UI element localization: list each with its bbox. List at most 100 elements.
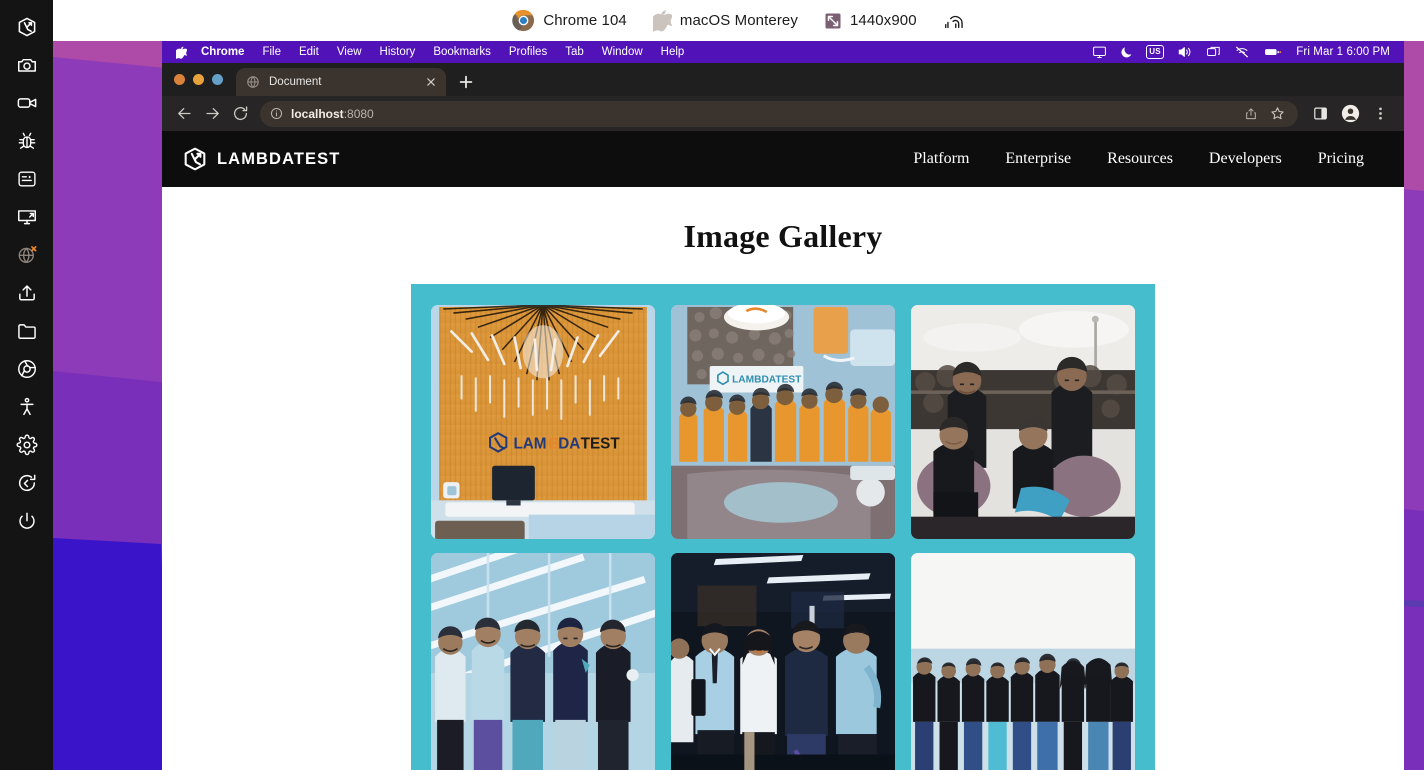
profile-button[interactable] xyxy=(1336,100,1364,128)
rail-item-power-stop-icon[interactable] xyxy=(0,502,53,540)
upload-icon xyxy=(16,282,38,304)
svg-text:DA: DA xyxy=(558,435,580,452)
macos-menu-items: Chrome File Edit View History Bookmarks … xyxy=(176,46,693,59)
close-icon[interactable] xyxy=(423,75,438,90)
screen-resolution-icon xyxy=(824,12,842,30)
image-gallery: LAM B DA TEST xyxy=(411,284,1155,770)
back-button[interactable] xyxy=(170,100,198,128)
gallery-image-1[interactable]: LAM B DA TEST xyxy=(431,305,655,539)
moon-night-shift-icon[interactable] xyxy=(1120,45,1133,59)
chrome-toolbar: localhost:8080 xyxy=(162,96,1404,131)
session-os-info: macOS Monterey xyxy=(653,9,798,32)
address-bar[interactable]: localhost:8080 xyxy=(260,101,1298,127)
session-resolution-label: 1440x900 xyxy=(850,12,917,29)
gallery-image-1-graphic: LAM B DA TEST xyxy=(431,305,655,539)
keyboard-layout-icon[interactable]: US xyxy=(1146,45,1165,59)
chrome-browser-icon xyxy=(16,358,38,380)
menu-item-window[interactable]: Window xyxy=(593,46,652,58)
rail-item-test-console-icon[interactable] xyxy=(0,160,53,198)
share-upload-icon[interactable] xyxy=(1240,103,1262,125)
menu-item-view[interactable]: View xyxy=(328,46,371,58)
window-maximize-button[interactable] xyxy=(212,74,223,85)
chrome-tab-strip: Document xyxy=(162,63,1404,96)
screen-root: Chrome 104 macOS Monterey 1440x900 xyxy=(0,0,1424,770)
rail-item-screenshot-camera-icon[interactable] xyxy=(0,46,53,84)
nav-link-resources[interactable]: Resources xyxy=(1107,150,1173,168)
address-bar-actions xyxy=(1240,103,1288,125)
chrome-logo-icon xyxy=(512,9,535,32)
rail-item-video-recorder-icon[interactable] xyxy=(0,84,53,122)
rail-item-chrome-browser-icon[interactable] xyxy=(0,350,53,388)
rail-item-settings-gear-icon[interactable] xyxy=(0,426,53,464)
menu-item-edit[interactable]: Edit xyxy=(290,46,328,58)
reload-button[interactable] xyxy=(226,100,254,128)
gallery-image-3[interactable] xyxy=(911,305,1135,539)
rail-item-globe-disconnect-icon[interactable] xyxy=(0,236,53,274)
tabstrip-right-controls xyxy=(1394,90,1404,96)
session-os-label: macOS Monterey xyxy=(680,12,798,29)
browser-tab[interactable]: Document xyxy=(236,68,446,96)
menu-item-help[interactable]: Help xyxy=(652,46,694,58)
window-close-button[interactable] xyxy=(174,74,185,85)
address-bar-text: localhost:8080 xyxy=(291,107,374,121)
settings-gear-icon xyxy=(16,434,38,456)
battery-charging-icon[interactable] xyxy=(1263,45,1283,59)
globe-disconnect-icon xyxy=(16,244,38,266)
nav-link-platform[interactable]: Platform xyxy=(913,150,969,168)
site-brand-name: LAMBDATEST xyxy=(217,150,340,169)
gallery-image-5-graphic xyxy=(671,553,895,770)
gallery-image-5[interactable] xyxy=(671,553,895,770)
control-center-icon[interactable] xyxy=(1206,45,1221,59)
chrome-browser-window: Chrome File Edit View History Bookmarks … xyxy=(162,41,1404,770)
gallery-image-4[interactable] xyxy=(431,553,655,770)
bookmark-star-icon[interactable] xyxy=(1266,103,1288,125)
profile-avatar-icon xyxy=(1341,104,1360,123)
window-minimize-button[interactable] xyxy=(193,74,204,85)
svg-text:LAM: LAM xyxy=(513,435,546,452)
menu-item-tab[interactable]: Tab xyxy=(556,46,593,58)
session-browser-label: Chrome 104 xyxy=(543,12,627,29)
video-recorder-icon xyxy=(16,92,38,114)
rail-item-accessibility-icon[interactable] xyxy=(0,388,53,426)
gallery-image-6[interactable] xyxy=(911,553,1135,770)
rail-item-folder-icon[interactable] xyxy=(0,312,53,350)
new-tab-button[interactable] xyxy=(452,68,480,96)
info-circle-icon[interactable] xyxy=(270,107,283,120)
rail-item-desktop-screen-icon[interactable] xyxy=(0,198,53,236)
menu-item-profiles[interactable]: Profiles xyxy=(500,46,556,58)
nav-link-pricing[interactable]: Pricing xyxy=(1318,150,1364,168)
page-viewport: LAMBDATEST Platform Enterprise Resources… xyxy=(162,131,1404,770)
rail-item-bug-icon[interactable] xyxy=(0,122,53,160)
window-traffic-lights xyxy=(174,74,223,96)
wifi-off-icon[interactable] xyxy=(1234,45,1250,59)
page-title: Image Gallery xyxy=(162,187,1404,255)
network-signal-icon xyxy=(943,10,965,32)
gallery-image-2[interactable]: LAMBDATEST xyxy=(671,305,895,539)
menu-item-chrome[interactable]: Chrome xyxy=(201,46,253,58)
menu-item-file[interactable]: File xyxy=(253,46,290,58)
chrome-menu-button[interactable] xyxy=(1366,100,1394,128)
menu-item-history[interactable]: History xyxy=(371,46,425,58)
apple-logo-icon xyxy=(653,9,672,32)
globe-page-icon xyxy=(246,75,260,89)
address-bar-port: :8080 xyxy=(344,107,374,121)
side-panel-button[interactable] xyxy=(1306,100,1334,128)
rail-item-lambdatest-logo-icon[interactable] xyxy=(0,8,53,46)
page-content: Image Gallery xyxy=(162,187,1404,770)
gallery-image-6-graphic xyxy=(911,553,1135,770)
nav-link-developers[interactable]: Developers xyxy=(1209,150,1282,168)
rail-item-restart-session-icon[interactable] xyxy=(0,464,53,502)
apple-menu-button[interactable] xyxy=(176,46,187,59)
menubar-clock[interactable]: Fri Mar 1 6:00 PM xyxy=(1296,46,1390,58)
session-resolution-info: 1440x900 xyxy=(824,12,917,30)
nav-link-enterprise[interactable]: Enterprise xyxy=(1005,150,1071,168)
session-network-info xyxy=(943,10,965,32)
forward-button[interactable] xyxy=(198,100,226,128)
rail-item-upload-icon[interactable] xyxy=(0,274,53,312)
side-panel-icon xyxy=(1313,106,1328,121)
site-brand[interactable]: LAMBDATEST xyxy=(182,146,340,172)
lambdatest-tool-rail xyxy=(0,0,53,770)
menu-item-bookmarks[interactable]: Bookmarks xyxy=(424,46,500,58)
volume-icon[interactable] xyxy=(1177,45,1193,59)
screen-mirror-icon[interactable] xyxy=(1092,46,1107,59)
